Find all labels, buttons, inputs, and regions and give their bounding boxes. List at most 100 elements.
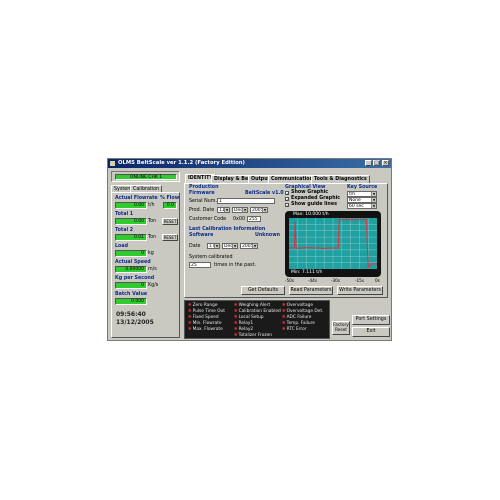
tab-tools-diagnostics[interactable]: Tools & Diagnostics <box>311 175 370 183</box>
load-label: Load <box>115 244 129 249</box>
get-defaults-button[interactable]: Get Defaults <box>241 286 285 295</box>
x-tick: -44s <box>308 278 318 283</box>
alarm-item: ✱RTC Error <box>282 327 307 332</box>
batch-value-label: Batch Value <box>115 292 148 297</box>
alarm-item: ✱Temp. Failure <box>282 321 315 326</box>
alarm-led-icon: ✱ <box>188 303 192 308</box>
prod-month-select[interactable]: Dec ▼ <box>232 207 248 213</box>
tab-calibration[interactable]: Calibration <box>130 185 163 192</box>
total1-label: Total 1 <box>115 212 134 217</box>
alarm-label: Calibration Enabled <box>238 309 281 314</box>
alarm-label: Max. Flowrate <box>192 327 223 332</box>
actual-speed-label: Actual Speed <box>115 260 151 265</box>
x-tick: 0s <box>375 278 380 283</box>
expanded-graphic-label: Expanded Graphic <box>291 196 341 201</box>
alarm-led-icon: ✱ <box>188 315 192 320</box>
reset-total2-button[interactable]: RESET <box>162 234 178 241</box>
kg-per-second-value: 0 <box>115 282 147 289</box>
alarm-label: Relay1 <box>238 321 254 326</box>
production-heading: Production <box>189 185 219 190</box>
maximize-button[interactable]: □ <box>373 160 380 166</box>
flowrate-chart <box>289 218 377 269</box>
alarm-label: Zero Range <box>192 303 218 308</box>
alarm-label: Totalizer Frozen <box>238 333 272 338</box>
alarm-item: ✱Overvoltage Det. <box>282 309 323 314</box>
x-tick: -15s <box>355 278 365 283</box>
identity-panel: Production Firmware BeltScale v1.0 Seria… <box>184 183 388 298</box>
key-source-label: Key Source <box>347 185 378 190</box>
alarm-led-icon: ✱ <box>234 333 238 338</box>
cal-month-select[interactable]: Dec ▼ <box>222 243 238 249</box>
show-guide-lines-checkbox[interactable]: ✓ <box>285 203 289 208</box>
alarm-label: Overvoltage Det. <box>286 309 324 314</box>
customer-code-label: Customer Code <box>189 217 227 222</box>
customer-code-prefix: 0x00 <box>233 217 245 222</box>
alarm-label: Weighing Alert <box>238 303 271 308</box>
software-value: Unknown <box>255 233 281 238</box>
main-window: OLMS BeltScale ver 1.1.2 (Factory Editio… <box>107 158 392 341</box>
serial-input[interactable]: 1 <box>217 198 275 204</box>
alarm-led-icon: ✱ <box>234 315 238 320</box>
minimize-button[interactable]: _ <box>365 160 372 166</box>
batch-value: 0.000 <box>115 298 147 305</box>
prod-year-select[interactable]: 2005 ▼ <box>250 207 268 213</box>
expanded-graphic-checkbox[interactable]: ✓ <box>285 197 289 202</box>
exit-button[interactable]: Exit <box>352 327 390 337</box>
graph-frame: Max: 10.000 t/h Min: 7.111 t/h <box>285 211 381 277</box>
graph-max-label: Max: 10.000 t/h <box>293 212 329 217</box>
cal-day-select[interactable]: 17 ▼ <box>207 243 220 249</box>
calibration-date-label: Date <box>189 244 201 249</box>
alarm-label: Pulse Time Out <box>192 309 225 314</box>
graph-min-label: Min: 7.111 t/h <box>291 270 323 275</box>
total2-label: Total 2 <box>115 228 134 233</box>
x-tick: -50s <box>285 278 295 283</box>
actual-flowrate-label: Actual Flowrate <box>115 196 158 201</box>
alarm-item: ✱Fixed Speed <box>188 315 219 320</box>
alarm-item: ✱Local Setup <box>234 315 264 320</box>
system-calibrated-label: System calibrated <box>189 255 233 260</box>
total1-value: 0.00 <box>115 218 147 225</box>
show-graphic-checkbox[interactable]: ✓ <box>285 191 289 196</box>
port-settings-button[interactable]: Port Settings <box>352 315 390 325</box>
calibration-count-input[interactable]: 25 <box>189 262 211 268</box>
title-bar[interactable]: OLMS BeltScale ver 1.1.2 (Factory Editio… <box>108 159 391 168</box>
alarm-panel: ✱Zero Range ✱Pulse Time Out ✱Fixed Speed ✱M… <box>184 300 330 339</box>
actual-flowrate-value: 0.00 <box>115 202 147 209</box>
cal-year-select[interactable]: 2005 ▼ <box>240 243 258 249</box>
x-tick: -30s <box>331 278 341 283</box>
read-parameters-button[interactable]: Read Parameters <box>289 286 333 295</box>
show-graphic-label: Show Graphic <box>291 190 329 195</box>
firmware-label: Firmware <box>189 191 215 196</box>
alarm-item: ✱Calibration Enabled <box>234 309 281 314</box>
close-button[interactable]: × <box>382 160 389 166</box>
total1-unit: Ton <box>148 219 157 224</box>
tab-communication[interactable]: Communication <box>268 175 317 183</box>
alarm-led-icon: ✱ <box>234 327 238 332</box>
alarm-led-icon: ✱ <box>282 321 286 326</box>
alarm-item: ✱Pulse Time Out <box>188 309 225 314</box>
alarm-led-icon: ✱ <box>234 309 238 314</box>
alarm-led-icon: ✱ <box>282 303 286 308</box>
alarm-led-icon: ✱ <box>282 309 286 314</box>
alarm-led-icon: ✱ <box>188 309 192 314</box>
firmware-value: BeltScale v1.0 <box>245 191 284 196</box>
alarm-label: Min. Flowrate <box>192 321 222 326</box>
write-parameters-button[interactable]: Write Parameters <box>337 286 383 295</box>
customer-code-input[interactable]: 255 <box>247 216 261 222</box>
software-label: Software <box>189 233 214 238</box>
total2-unit: Ton <box>148 235 157 240</box>
percent-flow-label: % Flow <box>160 196 180 201</box>
alarm-label: Overvoltage <box>286 303 313 308</box>
alarm-label: Local Setup <box>238 315 264 320</box>
clock-time: 09:56:40 <box>116 311 146 318</box>
alarm-label: Fixed Speed <box>192 315 219 320</box>
factory-reset-button[interactable]: Factory Reset <box>332 321 350 335</box>
interval-select[interactable]: 60 sec ▼ <box>347 203 377 209</box>
prod-day-select[interactable]: 11 ▼ <box>217 207 230 213</box>
online-status: ONLINE CHK 1 <box>115 174 177 180</box>
kg-per-second-unit: Kg/s <box>148 283 159 288</box>
kg-per-second-label: Kg per Second <box>115 276 155 281</box>
reset-total1-button[interactable]: RESET <box>162 218 178 225</box>
actual-speed-value: 0.00000 <box>115 266 147 273</box>
alarm-label: Relay2 <box>238 327 254 332</box>
